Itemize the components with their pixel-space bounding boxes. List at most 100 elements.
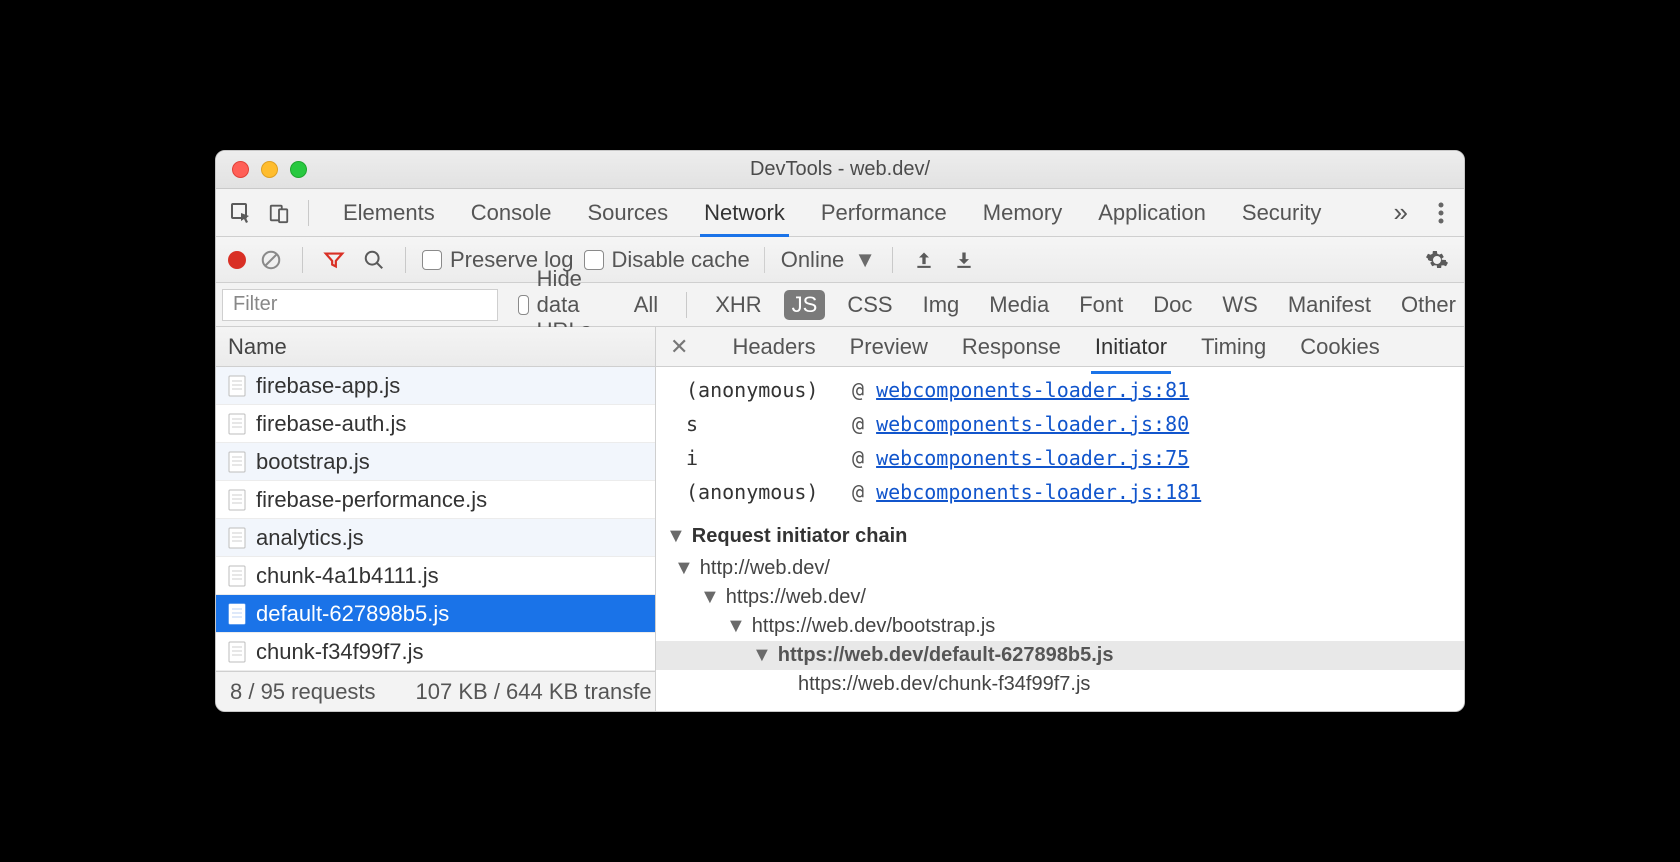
request-name: chunk-f34f99f7.js <box>256 639 424 665</box>
chain-url: https://web.dev/ <box>726 586 866 609</box>
record-button[interactable] <box>228 251 246 269</box>
status-bar: 8 / 95 requests 107 KB / 644 KB transfe <box>216 671 655 711</box>
file-icon <box>228 603 246 625</box>
file-icon <box>228 489 246 511</box>
source-link[interactable]: webcomponents-loader.js:81 <box>876 378 1189 402</box>
chain-node[interactable]: ▼https://web.dev/bootstrap.js <box>656 612 1464 641</box>
stack-fn: (anonymous) <box>686 480 836 504</box>
chain-node[interactable]: ▼ https://web.dev/ <box>656 583 1464 612</box>
type-filter-manifest[interactable]: Manifest <box>1280 290 1379 320</box>
stack-location: @ webcomponents-loader.js:75 <box>852 446 1189 470</box>
column-header-name[interactable]: Name <box>216 327 655 367</box>
source-link[interactable]: webcomponents-loader.js:80 <box>876 412 1189 436</box>
tab-sources[interactable]: Sources <box>587 190 668 236</box>
request-name: firebase-performance.js <box>256 487 487 513</box>
tab-elements[interactable]: Elements <box>343 190 435 236</box>
requests-panel: Name firebase-app.js firebase-auth.js boot… <box>216 327 656 711</box>
filter-icon[interactable] <box>319 245 349 275</box>
chain-url: http://web.dev/ <box>700 557 830 580</box>
request-row[interactable]: chunk-4a1b4111.js <box>216 557 655 595</box>
chain-url: https://web.dev/bootstrap.js <box>752 615 995 638</box>
stack-frame: (anonymous)@ webcomponents-loader.js:181 <box>676 475 1464 509</box>
request-row[interactable]: chunk-f34f99f7.js <box>216 633 655 671</box>
stack-fn: s <box>686 412 836 436</box>
filter-input[interactable]: Filter <box>222 289 498 321</box>
request-name: analytics.js <box>256 525 364 551</box>
type-filter-ws[interactable]: WS <box>1214 290 1265 320</box>
type-filter-all[interactable]: All <box>626 290 666 320</box>
tab-console[interactable]: Console <box>471 190 552 236</box>
request-name: firebase-auth.js <box>256 411 406 437</box>
caret-down-icon: ▼ <box>674 557 694 580</box>
type-filter-css[interactable]: CSS <box>839 290 900 320</box>
tab-memory[interactable]: Memory <box>983 190 1062 236</box>
type-filter-img[interactable]: Img <box>915 290 968 320</box>
separator <box>686 292 687 318</box>
filter-placeholder: Filter <box>233 293 277 316</box>
tab-network[interactable]: Network <box>704 190 785 236</box>
file-icon <box>228 641 246 663</box>
clear-icon[interactable] <box>256 245 286 275</box>
request-row[interactable]: analytics.js <box>216 519 655 557</box>
devtools-window: DevTools - web.dev/ Elements Console Sourc… <box>215 150 1465 712</box>
close-detail-icon[interactable]: ✕ <box>670 334 698 360</box>
caret-down-icon: ▼ <box>666 525 686 548</box>
source-link[interactable]: webcomponents-loader.js:75 <box>876 446 1189 470</box>
caret-down-icon: ▼ <box>700 586 720 609</box>
chain-url: https://web.dev/chunk-f34f99f7.js <box>798 673 1090 696</box>
separator <box>308 200 309 226</box>
request-name: chunk-4a1b4111.js <box>256 563 439 589</box>
request-row[interactable]: firebase-performance.js <box>216 481 655 519</box>
checkbox-icon <box>422 250 442 270</box>
separator <box>302 247 303 273</box>
window-title: DevTools - web.dev/ <box>216 158 1464 181</box>
source-link[interactable]: webcomponents-loader.js:181 <box>876 480 1201 504</box>
tab-security[interactable]: Security <box>1242 190 1321 236</box>
toggle-device-icon[interactable] <box>264 198 294 228</box>
tabs-overflow-icon[interactable]: » <box>1382 197 1420 228</box>
stack-location: @ webcomponents-loader.js:80 <box>852 412 1189 436</box>
filter-row: Filter Hide data URLs AllXHRJSCSSImgMedi… <box>216 283 1464 327</box>
inspect-element-icon[interactable] <box>226 198 256 228</box>
chain-node[interactable]: ▼ http://web.dev/ <box>656 554 1464 583</box>
detail-tab-timing[interactable]: Timing <box>1201 328 1266 366</box>
type-filter-xhr[interactable]: XHR <box>707 290 769 320</box>
type-filter-other[interactable]: Other <box>1393 290 1464 320</box>
stack-frame: (anonymous)@ webcomponents-loader.js:81 <box>676 373 1464 407</box>
status-requests: 8 / 95 requests <box>230 679 376 705</box>
detail-tab-cookies[interactable]: Cookies <box>1300 328 1379 366</box>
request-row[interactable]: bootstrap.js <box>216 443 655 481</box>
type-filter-js[interactable]: JS <box>784 290 826 320</box>
detail-tab-initiator[interactable]: Initiator <box>1095 328 1167 366</box>
detail-tab-response[interactable]: Response <box>962 328 1061 366</box>
search-icon[interactable] <box>359 245 389 275</box>
initiator-chain: ▼http://web.dev/▼https://web.dev/▼https:… <box>656 554 1464 699</box>
chain-node[interactable]: https://web.dev/chunk-f34f99f7.js <box>656 670 1464 699</box>
main-tabs-row: Elements Console Sources Network Performance… <box>216 189 1464 237</box>
type-filter-font[interactable]: Font <box>1071 290 1131 320</box>
request-name: bootstrap.js <box>256 449 370 475</box>
detail-body: (anonymous)@ webcomponents-loader.js:81 s… <box>656 367 1464 711</box>
request-row[interactable]: default-627898b5.js <box>216 595 655 633</box>
stack-fn: i <box>686 446 836 470</box>
request-row[interactable]: firebase-app.js <box>216 367 655 405</box>
detail-tab-preview[interactable]: Preview <box>850 328 928 366</box>
separator <box>405 247 406 273</box>
chain-node[interactable]: ▼https://web.dev/default-627898b5.js <box>656 641 1464 670</box>
detail-tabs: ✕ Headers Preview Response Initiator Timing C… <box>656 327 1464 367</box>
request-name: firebase-app.js <box>256 373 400 399</box>
request-row[interactable]: firebase-auth.js <box>216 405 655 443</box>
call-stack: (anonymous)@ webcomponents-loader.js:81 s… <box>656 367 1464 515</box>
caret-down-icon: ▼ <box>752 644 772 667</box>
tab-performance[interactable]: Performance <box>821 190 947 236</box>
detail-tab-headers[interactable]: Headers <box>732 328 815 366</box>
initiator-chain-header[interactable]: ▼ Request initiator chain <box>656 515 1464 554</box>
status-transfer: 107 KB / 644 KB transfe <box>416 679 652 705</box>
stack-fn: (anonymous) <box>686 378 836 402</box>
type-filter-doc[interactable]: Doc <box>1145 290 1200 320</box>
type-filter-media[interactable]: Media <box>981 290 1057 320</box>
main-tabs: Elements Console Sources Network Performance… <box>343 190 1321 236</box>
kebab-menu-icon[interactable] <box>1428 202 1454 224</box>
request-name: default-627898b5.js <box>256 601 449 627</box>
tab-application[interactable]: Application <box>1098 190 1206 236</box>
